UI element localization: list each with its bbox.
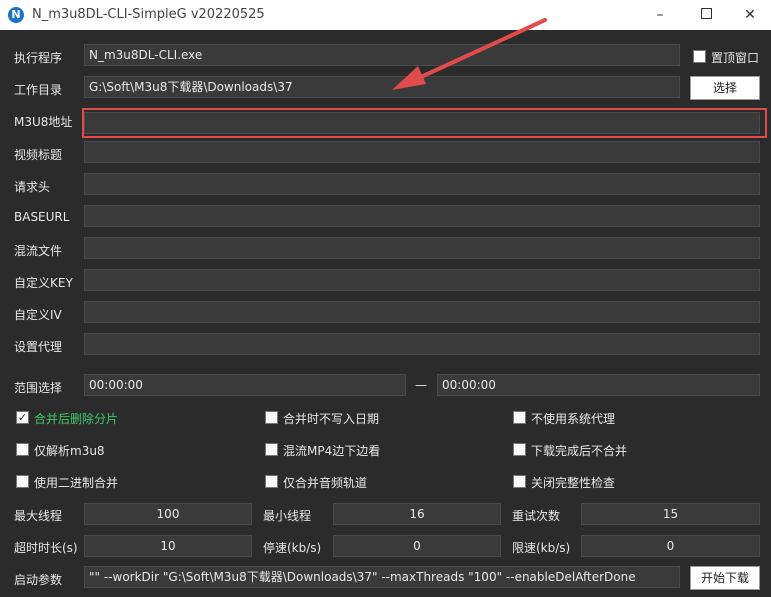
- range-label: 范围选择: [14, 381, 63, 395]
- exe-label: 执行程序: [14, 51, 63, 65]
- video-title-input[interactable]: [84, 141, 760, 163]
- workdir-input[interactable]: G:\Soft\M3u8下载器\Downloads\37: [84, 76, 680, 98]
- option-label-7: 仅合并音频轨道: [283, 476, 368, 490]
- maximize-button[interactable]: [683, 0, 729, 30]
- timeout-label: 超时时长(s): [14, 541, 78, 555]
- option-checkbox-4[interactable]: [265, 443, 278, 456]
- option-checkbox-0[interactable]: ✓: [16, 411, 29, 424]
- range-end-input[interactable]: 00:00:00: [437, 374, 760, 396]
- option-label-2: 不使用系统代理: [531, 412, 616, 426]
- range-start-input[interactable]: 00:00:00: [84, 374, 406, 396]
- option-checkbox-6[interactable]: [16, 475, 29, 488]
- stop-speed-label: 停速(kb/s): [263, 541, 322, 555]
- launch-args-label: 启动参数: [14, 573, 63, 587]
- annotation-highlight-box: [82, 108, 767, 138]
- option-label-6: 使用二进制合并: [34, 476, 119, 490]
- max-threads-input[interactable]: 100: [84, 503, 252, 525]
- exe-input[interactable]: N_m3u8DL-CLI.exe: [84, 44, 680, 66]
- min-threads-label: 最小线程: [263, 509, 312, 523]
- max-threads-label: 最大线程: [14, 509, 63, 523]
- option-checkbox-2[interactable]: [513, 411, 526, 424]
- option-label-4: 混流MP4边下边看: [283, 444, 381, 458]
- headers-input[interactable]: [84, 173, 760, 195]
- custom-key-label: 自定义KEY: [14, 276, 73, 290]
- min-threads-input[interactable]: 16: [333, 503, 501, 525]
- mux-file-label: 混流文件: [14, 244, 63, 258]
- proxy-label: 设置代理: [14, 340, 63, 354]
- pin-window-label: 置顶窗口: [711, 51, 760, 65]
- launch-args-input[interactable]: "" --workDir "G:\Soft\M3u8下载器\Downloads\…: [84, 566, 680, 588]
- option-label-8: 关闭完整性检查: [531, 476, 616, 490]
- range-separator: —: [415, 378, 427, 392]
- mux-file-input[interactable]: [84, 237, 760, 259]
- custom-iv-label: 自定义IV: [14, 308, 62, 322]
- option-checkbox-3[interactable]: [16, 443, 29, 456]
- limit-speed-label: 限速(kb/s): [512, 541, 571, 555]
- title-bar: N N_m3u8DL-CLI-SimpleG v20220525 – ✕: [0, 0, 771, 30]
- baseurl-label: BASEURL: [14, 210, 70, 224]
- start-download-button[interactable]: 开始下载: [690, 566, 760, 590]
- option-checkbox-5[interactable]: [513, 443, 526, 456]
- workdir-label: 工作目录: [14, 83, 63, 97]
- video-title-label: 视频标题: [14, 148, 63, 162]
- option-label-0: 合并后删除分片: [34, 412, 119, 426]
- proxy-input[interactable]: [84, 333, 760, 355]
- retry-label: 重试次数: [512, 509, 561, 523]
- choose-button[interactable]: 选择: [690, 76, 760, 100]
- option-label-3: 仅解析m3u8: [34, 444, 105, 458]
- headers-label: 请求头: [14, 180, 51, 194]
- baseurl-input[interactable]: [84, 205, 760, 227]
- app-icon: N: [8, 7, 24, 23]
- limit-speed-input[interactable]: 0: [581, 535, 760, 557]
- close-button[interactable]: ✕: [727, 0, 771, 30]
- stop-speed-input[interactable]: 0: [333, 535, 501, 557]
- custom-key-input[interactable]: [84, 269, 760, 291]
- maximize-icon: [700, 8, 712, 19]
- option-label-5: 下载完成后不合并: [531, 444, 628, 458]
- timeout-input[interactable]: 10: [84, 535, 252, 557]
- minimize-button[interactable]: –: [637, 0, 683, 30]
- m3u8-url-label: M3U8地址: [14, 115, 73, 129]
- option-checkbox-8[interactable]: [513, 475, 526, 488]
- option-checkbox-7[interactable]: [265, 475, 278, 488]
- retry-input[interactable]: 15: [581, 503, 760, 525]
- pin-window-checkbox[interactable]: [693, 50, 706, 63]
- custom-iv-input[interactable]: [84, 301, 760, 323]
- option-checkbox-1[interactable]: [265, 411, 278, 424]
- option-label-1: 合并时不写入日期: [283, 412, 380, 426]
- window-title: N_m3u8DL-CLI-SimpleG v20220525: [32, 7, 265, 22]
